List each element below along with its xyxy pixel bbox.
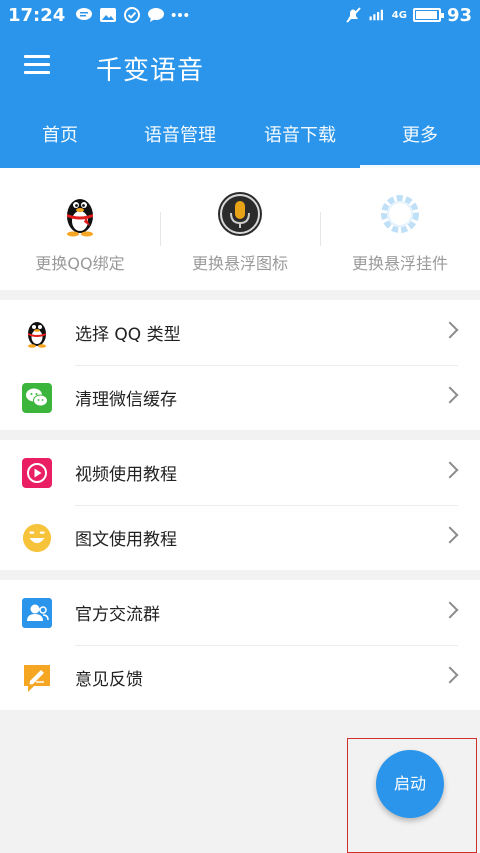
menu-group-qq-wechat: 选择 QQ 类型 清理微信缓存 bbox=[0, 300, 480, 430]
app-bar: 千变语音 bbox=[0, 30, 480, 104]
chevron-right-icon bbox=[441, 666, 459, 684]
chevron-right-icon bbox=[441, 321, 459, 339]
microphone-icon bbox=[216, 190, 264, 238]
app-title: 千变语音 bbox=[96, 56, 205, 86]
wreath-icon bbox=[376, 190, 424, 238]
more-dots-icon bbox=[171, 7, 189, 23]
message-icon bbox=[147, 7, 165, 23]
chat-bubble-icon bbox=[75, 7, 93, 23]
chevron-right-icon bbox=[441, 526, 459, 544]
menu-item-feedback[interactable]: 意见反馈 bbox=[0, 645, 480, 710]
quick-change-float-icon[interactable]: 更换悬浮图标 bbox=[160, 168, 320, 290]
tab-voice-download[interactable]: 语音下载 bbox=[240, 104, 360, 168]
wechat-icon bbox=[22, 382, 52, 413]
quick-change-float-widget[interactable]: 更换悬浮挂件 bbox=[320, 168, 480, 290]
menu-item-label: 选择 QQ 类型 bbox=[75, 325, 181, 345]
signal-icon bbox=[368, 7, 386, 23]
status-notifications bbox=[75, 7, 189, 23]
pencil-icon bbox=[22, 663, 52, 693]
quick-change-qq-binding[interactable]: 更换QQ绑定 bbox=[0, 168, 160, 290]
network-type: 4G bbox=[391, 9, 407, 21]
battery-icon bbox=[412, 8, 444, 22]
menu-item-label: 意见反馈 bbox=[75, 670, 143, 690]
tab-voice-manage[interactable]: 语音管理 bbox=[120, 104, 240, 168]
smile-icon bbox=[22, 523, 52, 553]
quick-actions: 更换QQ绑定 更换悬浮图标 更换悬浮挂件 bbox=[0, 168, 480, 290]
quick-label: 更换悬浮图标 bbox=[191, 254, 288, 273]
status-right: 4G 93 bbox=[344, 5, 472, 26]
menu-item-official-group[interactable]: 官方交流群 bbox=[0, 580, 480, 645]
chevron-right-icon bbox=[441, 601, 459, 619]
tab-more[interactable]: 更多 bbox=[360, 104, 480, 168]
play-icon bbox=[22, 457, 52, 488]
start-button[interactable]: 启动 bbox=[376, 750, 444, 818]
menu-item-clear-wechat-cache[interactable]: 清理微信缓存 bbox=[0, 365, 480, 430]
qq-penguin-icon bbox=[22, 318, 52, 348]
menu-group-community: 官方交流群 意见反馈 bbox=[0, 580, 480, 710]
tab-bar: 首页 语音管理 语音下载 更多 bbox=[0, 104, 480, 168]
quick-label: 更换QQ绑定 bbox=[35, 254, 125, 273]
menu-item-label: 视频使用教程 bbox=[75, 465, 177, 485]
chevron-right-icon bbox=[441, 461, 459, 479]
menu-item-video-tutorial[interactable]: 视频使用教程 bbox=[0, 440, 480, 505]
menu-item-image-tutorial[interactable]: 图文使用教程 bbox=[0, 505, 480, 570]
hamburger-menu-icon[interactable] bbox=[24, 55, 50, 75]
menu-item-label: 官方交流群 bbox=[75, 605, 160, 625]
menu-item-label: 图文使用教程 bbox=[75, 530, 177, 550]
tab-home[interactable]: 首页 bbox=[0, 104, 120, 168]
group-icon bbox=[22, 597, 52, 628]
status-time: 17:24 bbox=[8, 4, 66, 26]
menu-item-select-qq-type[interactable]: 选择 QQ 类型 bbox=[0, 300, 480, 365]
image-icon bbox=[99, 7, 117, 23]
mute-icon bbox=[344, 7, 362, 23]
status-bar: 17:24 4G 93 bbox=[0, 0, 480, 30]
menu-group-tutorials: 视频使用教程 图文使用教程 bbox=[0, 440, 480, 570]
check-circle-icon bbox=[123, 7, 141, 23]
battery-level: 93 bbox=[446, 4, 472, 26]
qq-penguin-icon bbox=[56, 190, 104, 238]
quick-label: 更换悬浮挂件 bbox=[351, 254, 448, 273]
chevron-right-icon bbox=[441, 386, 459, 404]
menu-item-label: 清理微信缓存 bbox=[75, 390, 177, 410]
